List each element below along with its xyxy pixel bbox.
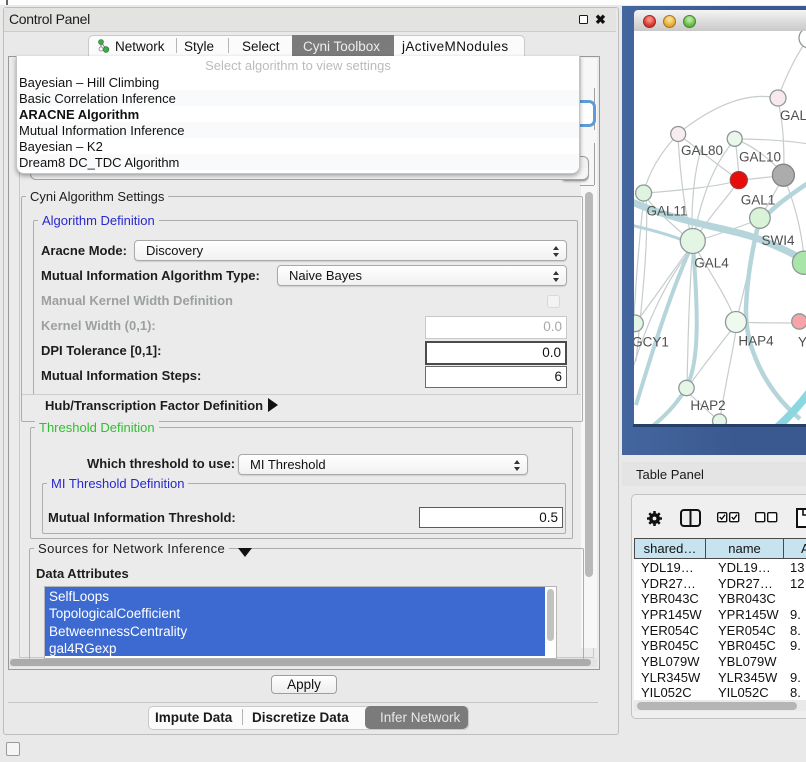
svg-text:GAL80: GAL80 [681, 143, 723, 158]
svg-text:GAL1: GAL1 [741, 193, 776, 208]
svg-text:HAP4: HAP4 [738, 334, 774, 349]
svg-text:HAP2: HAP2 [690, 398, 725, 413]
svg-text:GAL11: GAL11 [646, 204, 687, 219]
svg-text:GAL4: GAL4 [694, 256, 729, 271]
svg-text:YM: YM [798, 335, 806, 350]
svg-text:GAL2: GAL2 [780, 108, 806, 123]
svg-text:GCY1: GCY1 [634, 335, 669, 350]
svg-text:SWI4: SWI4 [761, 233, 794, 248]
svg-text:GAL10: GAL10 [739, 150, 781, 165]
